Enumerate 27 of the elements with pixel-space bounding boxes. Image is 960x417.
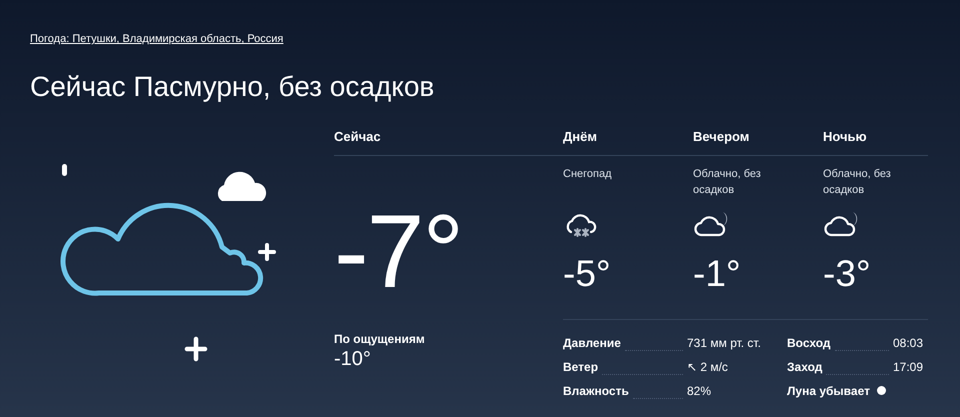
- detail-label: Влажность: [563, 382, 629, 400]
- detail-value: 731 мм рт. ст.: [687, 334, 762, 352]
- detail-label: Давление: [563, 334, 621, 352]
- page-title: Сейчас Пасмурно, без осадков: [30, 70, 436, 104]
- moon-icon: [876, 386, 886, 395]
- detail-value: 08:03: [892, 334, 923, 352]
- period-temperature: -5°: [563, 254, 611, 294]
- feels-like-label: По ощущениям: [334, 330, 425, 346]
- detail-value: 17:09: [892, 358, 923, 376]
- column-heading: Ночью: [823, 128, 868, 146]
- detail-label: Заход: [787, 358, 822, 376]
- column-heading: Сейчас: [334, 128, 382, 146]
- column-heading: Днём: [563, 128, 598, 146]
- detail-label: Ветер: [563, 358, 598, 376]
- detail-label: Восход: [787, 334, 831, 352]
- current-temperature: -7°: [334, 202, 464, 302]
- condition-text: Облачно, без осадков: [823, 166, 892, 198]
- feels-like-temperature: -10°: [334, 346, 371, 370]
- breadcrumb-link[interactable]: Погода: Петушки, Владимирская область, Россия: [30, 33, 284, 45]
- condition-text: Снегопад: [563, 166, 613, 182]
- period-temperature: -1°: [693, 254, 741, 294]
- period-temperature: -3°: [823, 254, 871, 294]
- detail-value: ↖ 2 м/с: [687, 358, 729, 376]
- detail-value: 82%: [687, 382, 712, 400]
- condition-text: Облачно, без осадков: [693, 166, 762, 198]
- detail-label: Луна убывает: [787, 382, 870, 400]
- column-heading: Вечером: [693, 128, 750, 146]
